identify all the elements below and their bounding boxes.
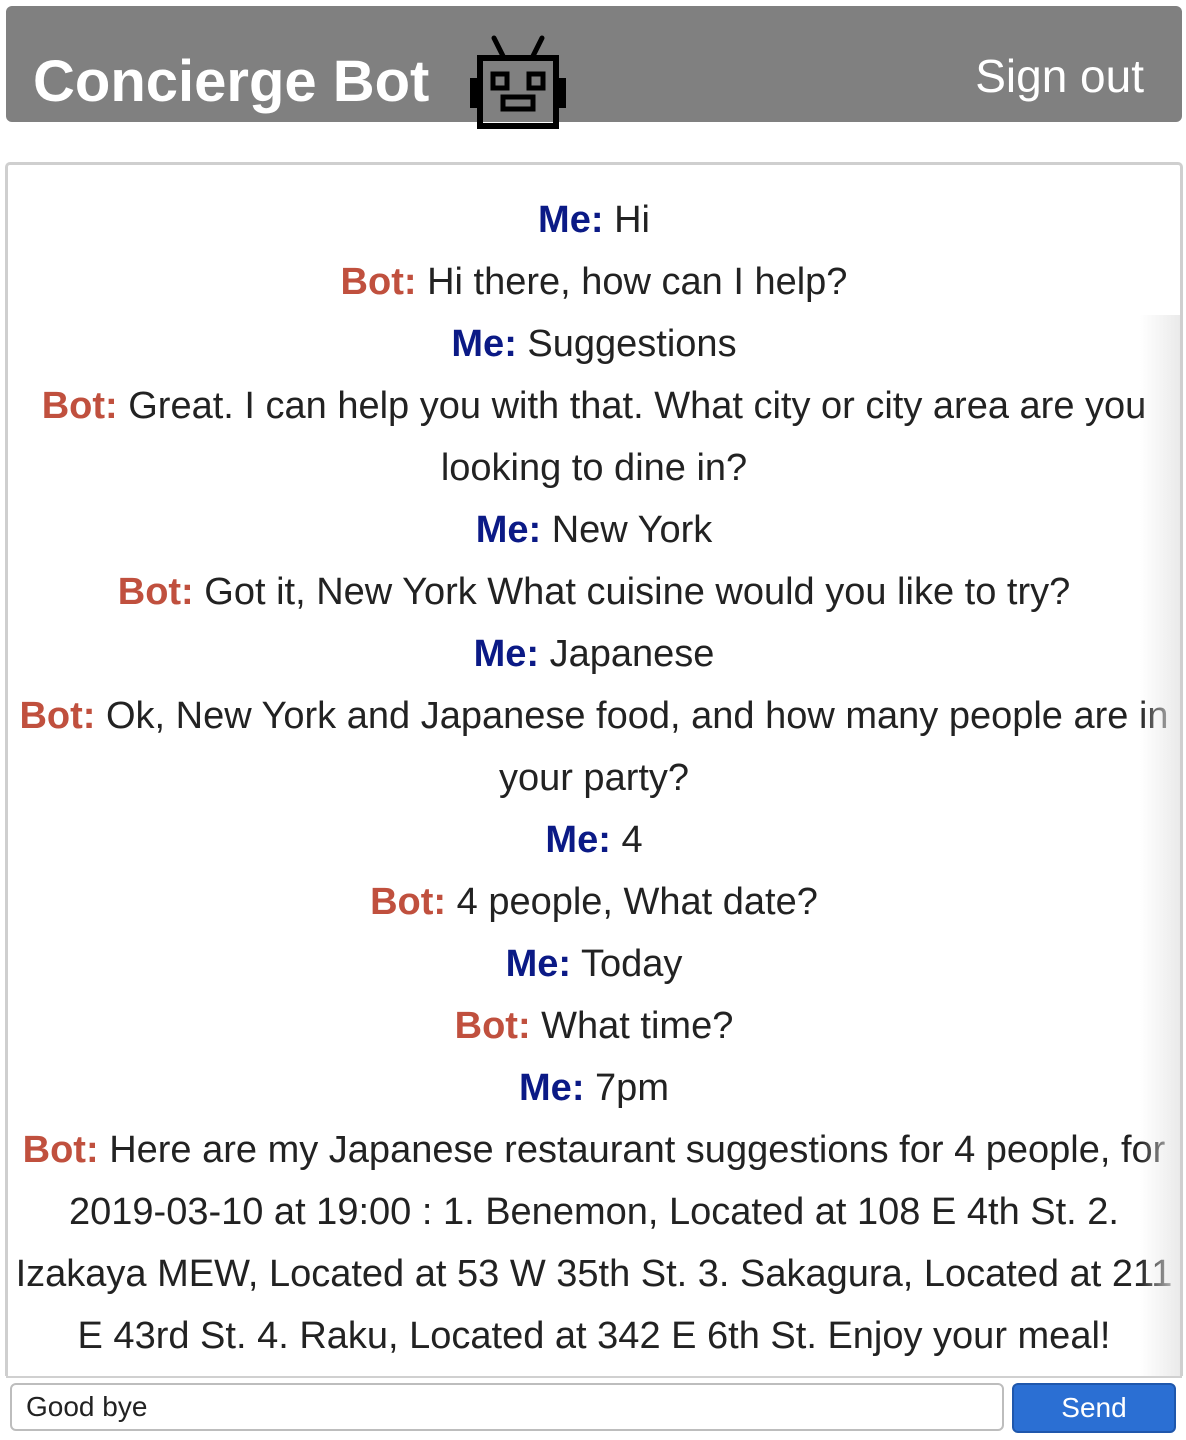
chat-message: Me: Today — [8, 933, 1180, 995]
message-text: Hi there, how can I help? — [427, 261, 848, 303]
chat-message: Bot: Got it, New York What cuisine would… — [8, 561, 1180, 623]
message-text: Great. I can help you with that. What ci… — [128, 385, 1147, 489]
message-text: Hi — [614, 199, 650, 241]
speaker-label: Bot: — [117, 571, 194, 613]
message-text: Ok, New York and Japanese food, and how … — [105, 695, 1169, 799]
message-text: Suggestions — [527, 323, 737, 365]
message-text: New York — [551, 509, 713, 551]
chat-message: Me: Hi — [8, 189, 1180, 251]
chat-message: Me: 7pm — [8, 1057, 1180, 1119]
chat-message: Me: New York — [8, 499, 1180, 561]
app-title: Concierge Bot — [33, 49, 430, 114]
speaker-label: Me: — [505, 943, 572, 985]
message-text: 4 — [621, 819, 643, 861]
speaker-label: Bot: — [41, 385, 118, 427]
message-input[interactable] — [10, 1383, 1004, 1431]
chat-message: Bot: Ok, New York and Japanese food, and… — [8, 685, 1180, 809]
speaker-label: Me: — [538, 199, 604, 241]
speaker-label: Me: — [451, 323, 517, 365]
sign-out-link[interactable]: Sign out — [975, 46, 1144, 106]
speaker-label: Bot: — [454, 1005, 531, 1047]
app-header: Concierge Bot Sign out — [6, 6, 1182, 129]
speaker-label: Bot: — [340, 261, 417, 303]
message-text: Today — [580, 943, 683, 985]
robot-icon — [470, 35, 566, 129]
chat-message: Bot: Great. I can help you with that. Wh… — [8, 375, 1180, 499]
message-text: Japanese — [549, 633, 715, 675]
chat-log[interactable]: Me: Hi Bot: Hi there, how can I help? Me… — [5, 162, 1183, 1376]
chat-message: Bot: What time? — [8, 995, 1180, 1057]
speaker-label: Me: — [475, 509, 542, 551]
chat-message: Bot: Here are my Japanese restaurant sug… — [8, 1119, 1180, 1367]
message-text: Here are my Japanese restaurant suggesti… — [15, 1129, 1173, 1357]
speaker-label: Bot: — [370, 881, 447, 923]
speaker-label: Me: — [473, 633, 540, 675]
message-composer: Send — [6, 1376, 1182, 1440]
speaker-label: Bot: — [19, 695, 96, 737]
message-text: Got it, New York What cuisine would you … — [204, 571, 1071, 613]
speaker-label: Me: — [519, 1067, 585, 1109]
message-text: What time? — [541, 1005, 734, 1047]
message-text: 4 people, What date? — [456, 881, 818, 923]
chat-message: Bot: 4 people, What date? — [8, 871, 1180, 933]
chat-messages: Me: Hi Bot: Hi there, how can I help? Me… — [8, 189, 1180, 1367]
speaker-label: Bot: — [22, 1129, 99, 1171]
send-button[interactable]: Send — [1012, 1383, 1176, 1433]
chat-message: Me: Japanese — [8, 623, 1180, 685]
chat-message: Bot: Hi there, how can I help? — [8, 251, 1180, 313]
message-text: 7pm — [595, 1067, 669, 1109]
chat-message: Me: Suggestions — [8, 313, 1180, 375]
chat-message: Me: 4 — [8, 809, 1180, 871]
speaker-label: Me: — [545, 819, 611, 861]
